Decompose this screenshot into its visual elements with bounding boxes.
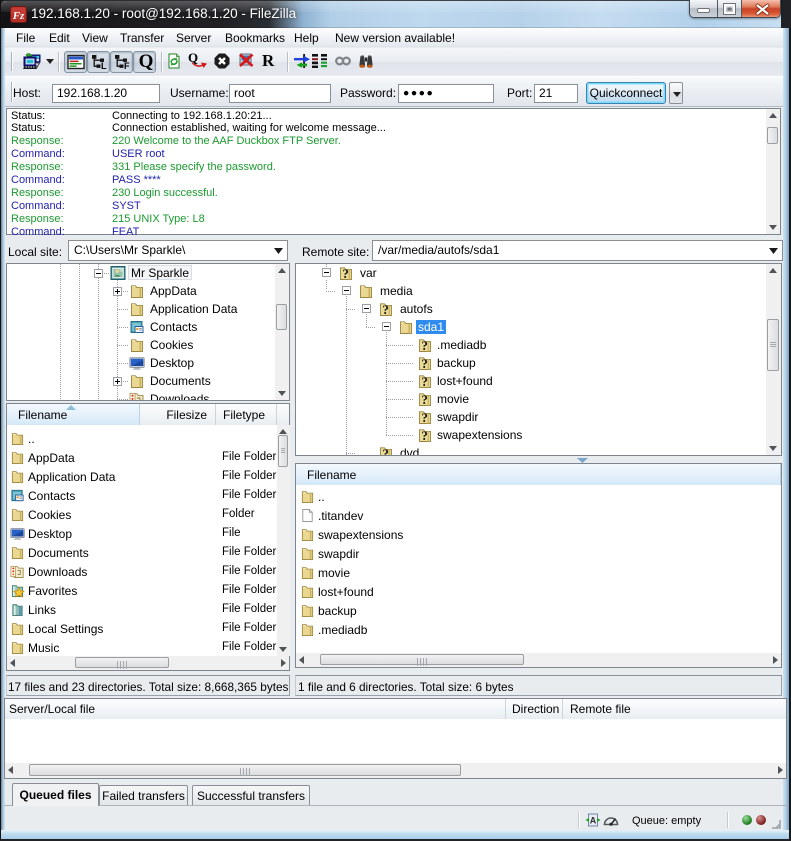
svg-text:Fz: Fz (12, 10, 25, 22)
